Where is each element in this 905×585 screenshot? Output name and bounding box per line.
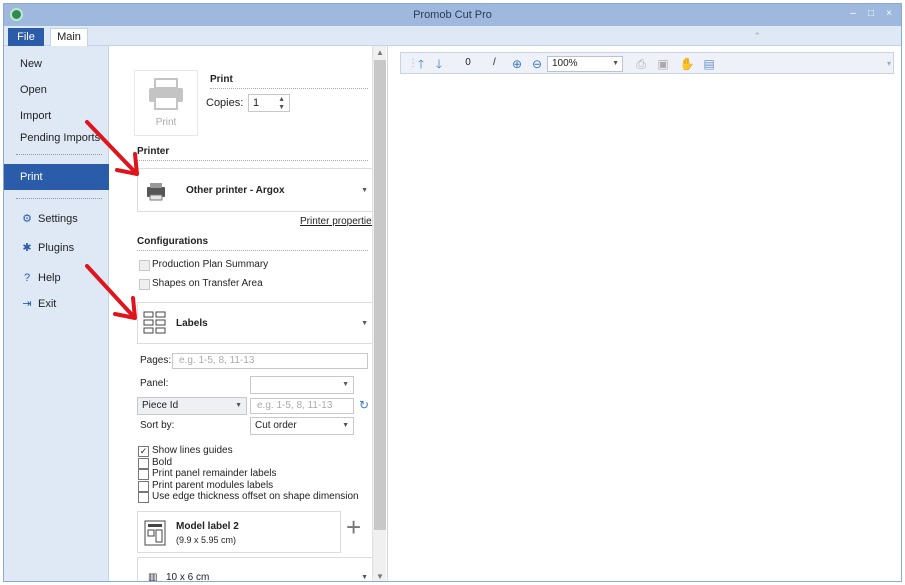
- scrollbar-thumb[interactable]: [374, 60, 386, 530]
- print-heading: Print: [210, 74, 233, 85]
- zoom-out-icon[interactable]: ⊖: [529, 56, 545, 72]
- sidebar-item-label: Settings: [38, 213, 78, 225]
- divider: [137, 250, 368, 251]
- label-model-card[interactable]: Model label 2 (9.9 x 5.95 cm): [137, 511, 341, 553]
- printer-name: Other printer - Argox: [186, 185, 285, 196]
- hand-tool-icon[interactable]: ✋: [679, 56, 695, 72]
- settings-scrollbar[interactable]: ▲ ▼: [372, 46, 387, 581]
- sidebar-item-open[interactable]: Open: [4, 80, 109, 100]
- option-label: Show lines guides: [152, 445, 233, 456]
- zoom-value: 100%: [552, 58, 578, 69]
- divider: [137, 160, 368, 161]
- report-type-value: Labels: [176, 318, 208, 329]
- red-annotation-arrow: [85, 120, 139, 176]
- printer-icon: [149, 78, 183, 110]
- configurations-heading: Configurations: [137, 236, 209, 247]
- sort-by-value: Cut order: [255, 420, 297, 431]
- chevron-down-icon: ▼: [235, 402, 242, 409]
- paper-size-selector[interactable]: ▥ 10 x 6 cm ▼: [137, 557, 373, 582]
- printer-selector[interactable]: Other printer - Argox ▼: [137, 168, 373, 212]
- sidebar-item-new[interactable]: New: [4, 54, 109, 74]
- scroll-up-icon[interactable]: ▲: [373, 48, 387, 57]
- stepper-arrows-icon[interactable]: ▲ ▼: [278, 96, 285, 112]
- zoom-select[interactable]: 100% ▼: [547, 56, 623, 72]
- filter-field-value: Piece Id: [142, 400, 179, 411]
- copies-stepper[interactable]: 1 ▲ ▼: [248, 94, 290, 112]
- scroll-down-icon[interactable]: ▼: [373, 572, 387, 581]
- add-label-model-button[interactable]: +: [346, 514, 361, 540]
- sidebar-item-label: Exit: [38, 298, 57, 310]
- sidebar-separator: [16, 198, 102, 199]
- piece-id-input[interactable]: e.g. 1-5, 8, 11-13: [250, 398, 354, 414]
- printer-properties-link[interactable]: Printer properties: [300, 216, 377, 227]
- gear-icon: ⚙: [22, 213, 32, 225]
- sort-by-label: Sort by:: [140, 420, 175, 431]
- page-number-input[interactable]: 0: [453, 56, 483, 72]
- chevron-down-icon: ▼: [361, 187, 368, 194]
- chevron-down-icon: ▼: [361, 320, 368, 327]
- option-label: Bold: [152, 457, 173, 468]
- close-button[interactable]: ×: [882, 7, 896, 21]
- paper-size-value: 10 x 6 cm: [166, 572, 210, 582]
- arrow-down-icon[interactable]: 🡓: [431, 56, 447, 72]
- shapes-transfer-label: Shapes on Transfer Area: [152, 278, 263, 289]
- pages-input[interactable]: e.g. 1-5, 8, 11-13: [172, 353, 368, 369]
- page-setup-icon[interactable]: ▤: [701, 56, 717, 72]
- option-label: Use edge thickness offset on shape dimen…: [152, 491, 359, 502]
- panel-remainder-checkbox[interactable]: [138, 469, 149, 480]
- collapse-ribbon-icon[interactable]: ⌃: [753, 31, 761, 42]
- copies-value: 1: [253, 97, 260, 109]
- refresh-icon[interactable]: ↻: [359, 398, 369, 412]
- sidebar-item-label: Help: [38, 272, 61, 284]
- label-model-size: (9.9 x 5.95 cm): [176, 535, 237, 545]
- sidebar-item-label: Plugins: [38, 242, 75, 254]
- printer-icon: [147, 183, 165, 201]
- chevron-down-icon: ▼: [612, 60, 619, 67]
- bold-checkbox[interactable]: [138, 458, 149, 469]
- parent-modules-checkbox[interactable]: [138, 481, 149, 492]
- report-type-selector[interactable]: Labels ▼: [137, 302, 373, 344]
- edge-offset-checkbox[interactable]: [138, 492, 149, 503]
- label-model-name: Model label 2: [176, 521, 239, 532]
- puzzle-icon: ✱: [22, 242, 32, 254]
- toolbar-overflow-icon[interactable]: ▾: [881, 56, 897, 72]
- help-icon: ?: [23, 272, 31, 284]
- paper-size-icon: ▥: [148, 572, 158, 582]
- option-label: Print panel remainder labels: [152, 468, 277, 479]
- arrow-up-icon[interactable]: 🡑: [413, 56, 429, 72]
- title-bar: Promob Cut Pro – □ ×: [4, 4, 901, 26]
- exit-icon: ⇥: [22, 298, 32, 310]
- filter-field-select[interactable]: Piece Id ▼: [137, 397, 247, 415]
- menu-bar: File Main ⌃: [4, 26, 901, 46]
- page-separator: /: [493, 57, 496, 68]
- chevron-down-icon: ▼: [361, 574, 368, 581]
- chevron-down-icon: ▼: [342, 381, 349, 388]
- sidebar-item-plugins[interactable]: ✱ Plugins: [4, 238, 109, 258]
- window-title: Promob Cut Pro: [413, 9, 492, 21]
- label-template-icon: [144, 520, 166, 546]
- red-annotation-arrow: [85, 264, 137, 320]
- chevron-down-icon: ▼: [342, 422, 349, 429]
- export-icon[interactable]: ▣: [655, 56, 671, 72]
- labels-grid-icon: [143, 311, 166, 334]
- sidebar-item-settings[interactable]: ⚙ Settings: [4, 209, 109, 229]
- menu-file[interactable]: File: [8, 28, 44, 46]
- preview-toolbar: ⋮ 🡑 🡓 0 / ⊕ ⊖ 100% ▼ ⎙ ▣ ✋ ▤ ▾: [400, 52, 894, 74]
- print-preview-area: ⋮ 🡑 🡓 0 / ⊕ ⊖ 100% ▼ ⎙ ▣ ✋ ▤ ▾: [387, 46, 901, 581]
- show-lines-guides-checkbox[interactable]: ✓: [138, 446, 149, 457]
- copies-label: Copies:: [206, 97, 244, 109]
- print-preview-icon[interactable]: ⎙: [633, 56, 649, 72]
- print-settings-panel: Print Print Copies: 1 ▲ ▼ Printer Other p…: [110, 46, 377, 582]
- minimize-button[interactable]: –: [846, 7, 860, 21]
- pages-label: Pages:: [140, 355, 172, 366]
- panel-label: Panel:: [140, 378, 169, 389]
- divider: [210, 88, 368, 89]
- production-plan-label: Production Plan Summary: [152, 259, 269, 270]
- panel-select[interactable]: ▼: [250, 376, 354, 394]
- zoom-in-icon[interactable]: ⊕: [509, 56, 525, 72]
- maximize-button[interactable]: □: [864, 7, 878, 21]
- sort-by-select[interactable]: Cut order ▼: [250, 417, 354, 435]
- option-label: Print parent modules labels: [152, 480, 274, 491]
- menu-main[interactable]: Main: [50, 28, 88, 46]
